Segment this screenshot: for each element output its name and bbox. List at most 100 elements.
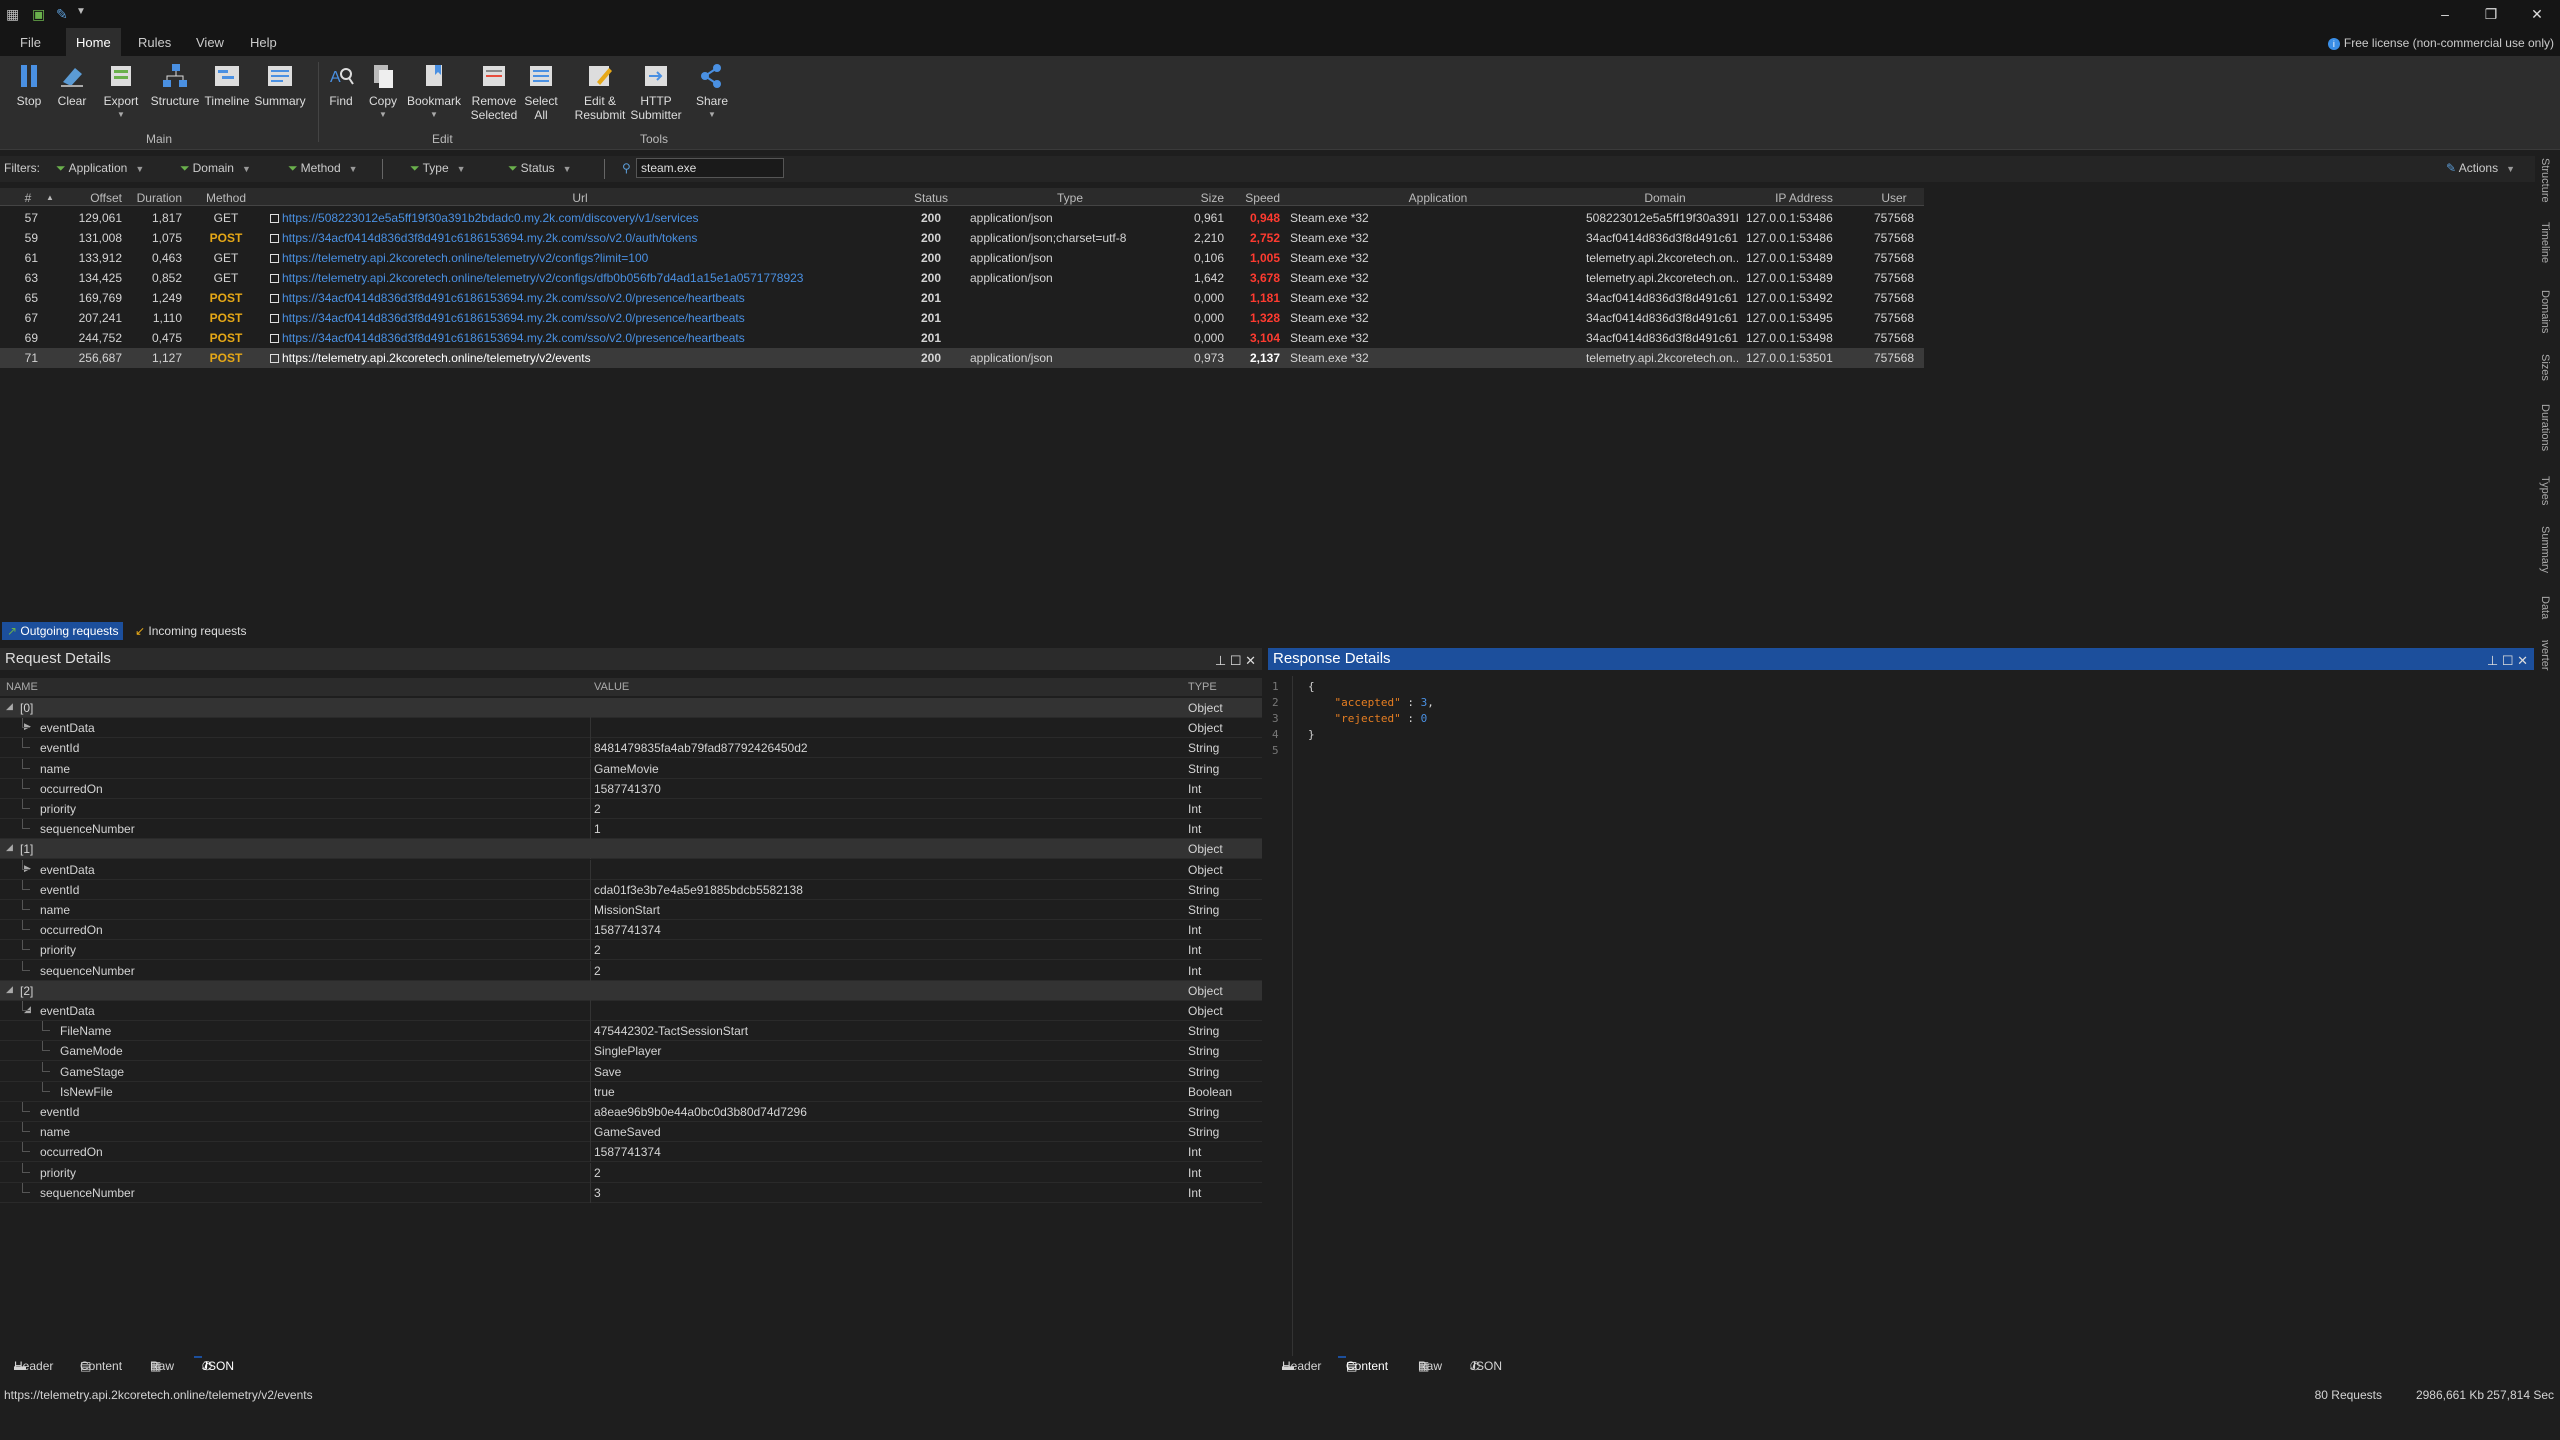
table-row[interactable]: 59 131,008 1,075 POST https://34acf0414d836d…	[0, 228, 1924, 248]
menu-rules[interactable]: Rules	[128, 28, 181, 56]
col-speed[interactable]: Speed	[1230, 191, 1280, 205]
col-status[interactable]: Status	[898, 191, 964, 205]
tree-row[interactable]: IsNewFile true Boolean	[0, 1081, 1262, 1102]
edit-resubmit-button[interactable]: Edit & Resubmit	[572, 62, 628, 122]
actions-button[interactable]: ✎ Actions ▼	[2446, 161, 2515, 175]
license-notice[interactable]: i Free license (non-commercial use only)	[2327, 36, 2554, 50]
resp-tab-header[interactable]: ▬ Header	[1274, 1356, 1321, 1373]
col-type[interactable]: TYPE	[1188, 681, 1217, 693]
col-domain[interactable]: Domain	[1590, 191, 1740, 205]
col-method[interactable]: Method	[190, 191, 262, 205]
tree-row[interactable]: occurredOn 1587741374 Int	[0, 920, 1262, 941]
req-tab-header[interactable]: ▬ Header	[6, 1356, 53, 1373]
sidebar-structure[interactable]: Structure	[2539, 158, 2551, 203]
tree-row[interactable]: ◢ [1] Object	[0, 839, 1262, 860]
tree-row[interactable]: occurredOn 1587741374 Int	[0, 1142, 1262, 1163]
tree-row[interactable]: GameMode SinglePlayer String	[0, 1041, 1262, 1062]
table-row[interactable]: 63 134,425 0,852 GET https://telemetry.api.2…	[0, 268, 1924, 288]
resp-tab-raw[interactable]: ▦ Raw	[1410, 1356, 1442, 1373]
tree-row[interactable]: ▶ eventData Object	[0, 718, 1262, 739]
col-value[interactable]: VALUE	[594, 681, 629, 693]
menu-view[interactable]: View	[186, 28, 234, 56]
tree-row[interactable]: name GameSaved String	[0, 1122, 1262, 1143]
excel-icon[interactable]: ▣	[32, 6, 45, 23]
table-row[interactable]: 69 244,752 0,475 POST https://34acf0414d836d…	[0, 328, 1924, 348]
restore-button[interactable]: ❐	[2468, 0, 2514, 28]
tree-row[interactable]: eventId cda01f3e3b7e4a5e91885bdcb5582138 S…	[0, 879, 1262, 900]
filter-method[interactable]: ⏷ Method ▼	[288, 161, 358, 176]
response-json-editor[interactable]: 1 {2 "accepted" : 3, 3 "rejected" : 0 4} 5	[1268, 676, 2534, 1356]
pin-icon[interactable]: ⊥	[2487, 653, 2498, 668]
tree-row[interactable]: GameStage Save String	[0, 1061, 1262, 1082]
req-tab-json[interactable]: ✆ JSON	[194, 1356, 234, 1373]
find-button[interactable]: A Find	[322, 62, 360, 108]
minimize-button[interactable]: –	[2422, 0, 2468, 28]
stop-button[interactable]: Stop	[12, 62, 46, 108]
tree-row[interactable]: ◢ [2] Object	[0, 980, 1262, 1001]
structure-button[interactable]: Structure	[148, 62, 202, 108]
table-row[interactable]: 65 169,769 1,249 POST https://34acf0414d836d…	[0, 288, 1924, 308]
menu-home[interactable]: Home	[66, 28, 121, 56]
copy-button[interactable]: Copy ▼	[364, 62, 402, 122]
sidebar-summary[interactable]: Summary	[2539, 526, 2551, 573]
maximize-icon[interactable]: ☐	[2502, 653, 2514, 668]
collapse-icon[interactable]: ◢	[6, 842, 13, 853]
clear-button[interactable]: Clear	[54, 62, 90, 108]
maximize-icon[interactable]: ☐	[1230, 653, 1242, 668]
http-submitter-button[interactable]: HTTP Submitter	[628, 62, 684, 122]
filter-domain[interactable]: ⏷ Domain ▼	[180, 161, 251, 176]
close-icon[interactable]: ✕	[2517, 653, 2528, 668]
tree-row[interactable]: sequenceNumber 1 Int	[0, 819, 1262, 840]
col-duration[interactable]: Duration	[126, 191, 182, 205]
col-url[interactable]: Url	[270, 191, 890, 205]
close-button[interactable]: ✕	[2514, 0, 2560, 28]
table-row[interactable]: 61 133,912 0,463 GET https://telemetry.api.2…	[0, 248, 1924, 268]
col-ip[interactable]: IP Address	[1746, 191, 1862, 205]
quick-access-dropdown-icon[interactable]: ▼	[76, 6, 86, 17]
sidebar-timeline[interactable]: Timeline	[2539, 222, 2551, 263]
collapse-icon[interactable]: ◢	[6, 984, 13, 995]
filter-type[interactable]: ⏷ Type ▼	[410, 161, 466, 176]
table-row[interactable]: 67 207,241 1,110 POST https://34acf0414d836d…	[0, 308, 1924, 328]
tree-row[interactable]: priority 2 Int	[0, 940, 1262, 961]
filter-application[interactable]: ⏷ Application ▼	[56, 161, 144, 176]
tree-row[interactable]: ▶ eventData Object	[0, 859, 1262, 880]
tree-row[interactable]: occurredOn 1587741370 Int	[0, 778, 1262, 799]
menu-file[interactable]: File	[10, 28, 51, 56]
tree-row[interactable]: sequenceNumber 2 Int	[0, 960, 1262, 981]
tree-row[interactable]: eventId a8eae96b9b0e44a0bc0d3b80d74d7296 S…	[0, 1102, 1262, 1122]
timeline-button[interactable]: Timeline	[202, 62, 252, 108]
col-name[interactable]: NAME	[6, 681, 38, 693]
tree-row[interactable]: name MissionStart String	[0, 900, 1262, 920]
tree-row[interactable]: priority 2 Int	[0, 1162, 1262, 1183]
sidebar-types[interactable]: Types	[2539, 476, 2551, 505]
tree-row[interactable]: FileName 475442302-TactSessionStart String	[0, 1021, 1262, 1042]
filter-search-input[interactable]	[636, 158, 784, 178]
filter-status[interactable]: ⏷ Status ▼	[508, 161, 572, 176]
tree-row[interactable]: eventId 8481479835fa4ab79fad87792426450d2…	[0, 738, 1262, 759]
export-button[interactable]: Export ▼	[98, 62, 144, 122]
close-icon[interactable]: ✕	[1245, 653, 1256, 668]
table-row[interactable]: 57 129,061 1,817 GET https://508223012e5a5ff…	[0, 208, 1924, 228]
tree-row[interactable]: sequenceNumber 3 Int	[0, 1182, 1262, 1203]
col-application[interactable]: Application	[1290, 191, 1586, 205]
bookmark-button[interactable]: Bookmark ▼	[404, 62, 464, 122]
req-tab-content[interactable]: ▤ Content	[72, 1356, 122, 1373]
share-button[interactable]: Share ▼	[692, 62, 732, 122]
sidebar-durations[interactable]: Durations	[2539, 404, 2551, 451]
resp-tab-content[interactable]: ▤ Content	[1338, 1356, 1388, 1373]
remove-selected-button[interactable]: Remove Selected	[468, 62, 520, 122]
resp-tab-json[interactable]: ✆ JSON	[1462, 1356, 1502, 1373]
sidebar-domains[interactable]: Domains	[2539, 290, 2551, 333]
pin-icon[interactable]: ⊥	[1215, 653, 1226, 668]
collapse-icon[interactable]: ◢	[6, 701, 13, 712]
tree-row[interactable]: name GameMovie String	[0, 758, 1262, 779]
table-row[interactable]: 71 256,687 1,127 POST https://telemetry.api.…	[0, 348, 1924, 368]
menu-help[interactable]: Help	[240, 28, 287, 56]
tree-row[interactable]: priority 2 Int	[0, 799, 1262, 819]
tab-incoming[interactable]: ↙ Incoming requests	[130, 622, 251, 640]
req-tab-raw[interactable]: ▦ Raw	[142, 1356, 174, 1373]
col-size[interactable]: Size	[1172, 191, 1224, 205]
tree-row[interactable]: ◢ [0] Object	[0, 698, 1262, 718]
select-all-button[interactable]: Select All	[522, 62, 560, 122]
